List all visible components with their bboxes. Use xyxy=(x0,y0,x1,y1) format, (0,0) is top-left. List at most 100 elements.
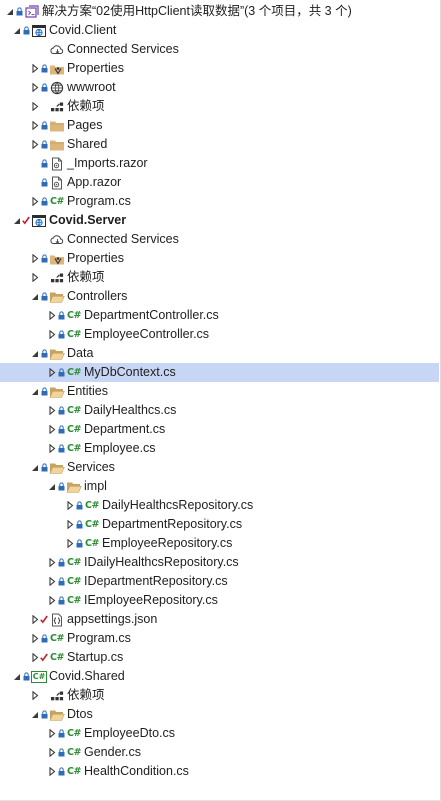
tree-item[interactable]: Connected Services xyxy=(0,230,439,249)
lock-icon xyxy=(40,78,48,97)
tree-item[interactable]: Properties xyxy=(0,59,439,78)
collapsed-arrow-icon[interactable] xyxy=(47,762,57,781)
lock-icon xyxy=(57,439,65,458)
tree-item-label: 依赖项 xyxy=(67,688,105,702)
expanded-arrow-icon[interactable] xyxy=(5,2,15,21)
collapsed-arrow-icon[interactable] xyxy=(65,534,75,553)
tree-item[interactable]: App.razor xyxy=(0,173,439,192)
collapsed-arrow-icon[interactable] xyxy=(30,648,40,667)
lock-icon xyxy=(40,287,48,306)
tree-item[interactable]: 依赖项 xyxy=(0,268,439,287)
collapsed-arrow-icon[interactable] xyxy=(47,591,57,610)
tree-item-label: Dtos xyxy=(67,707,93,721)
tree-item-label: DailyHealthcsRepository.cs xyxy=(102,498,254,512)
tree-item[interactable]: _Imports.razor xyxy=(0,154,439,173)
folder-icon xyxy=(48,116,66,135)
collapsed-arrow-icon[interactable] xyxy=(47,743,57,762)
web-project-icon xyxy=(30,21,48,40)
collapsed-arrow-icon[interactable] xyxy=(30,268,40,287)
collapsed-arrow-icon[interactable] xyxy=(30,686,40,705)
tree-item[interactable]: C# EmployeeRepository.cs xyxy=(0,534,439,553)
expanded-arrow-icon[interactable] xyxy=(12,21,22,40)
tree-item-label: Entities xyxy=(67,384,108,398)
globe-icon xyxy=(48,78,66,97)
tree-item[interactable]: C# IEmployeeRepository.cs xyxy=(0,591,439,610)
tree-item[interactable]: Controllers xyxy=(0,287,439,306)
tree-item[interactable]: 依赖项 xyxy=(0,686,439,705)
collapsed-arrow-icon[interactable] xyxy=(30,97,40,116)
tree-item[interactable]: C# HealthCondition.cs xyxy=(0,762,439,781)
csharp-file-icon: C# xyxy=(67,310,81,321)
collapsed-arrow-icon[interactable] xyxy=(47,439,57,458)
expanded-arrow-icon[interactable] xyxy=(30,705,40,724)
connected-services-icon xyxy=(48,40,66,59)
tree-item[interactable]: C# Program.cs xyxy=(0,192,439,211)
tree-item[interactable]: 依赖项 xyxy=(0,97,439,116)
collapsed-arrow-icon[interactable] xyxy=(30,78,40,97)
expanded-arrow-icon[interactable] xyxy=(47,477,57,496)
collapsed-arrow-icon[interactable] xyxy=(30,610,40,629)
lock-icon xyxy=(75,534,83,553)
collapsed-arrow-icon[interactable] xyxy=(47,306,57,325)
collapsed-arrow-icon[interactable] xyxy=(47,724,57,743)
tree-item[interactable]: Data xyxy=(0,344,439,363)
collapsed-arrow-icon[interactable] xyxy=(30,116,40,135)
expanded-arrow-icon[interactable] xyxy=(12,211,22,230)
tree-item[interactable]: Covid.Server xyxy=(0,211,439,230)
expanded-arrow-icon[interactable] xyxy=(30,458,40,477)
tree-item-label: MyDbContext.cs xyxy=(84,365,176,379)
tree-item[interactable]: Shared xyxy=(0,135,439,154)
collapsed-arrow-icon[interactable] xyxy=(47,363,57,382)
lock-icon xyxy=(57,553,65,572)
expanded-arrow-icon[interactable] xyxy=(30,382,40,401)
tree-item[interactable]: appsettings.json xyxy=(0,610,439,629)
tree-item[interactable]: Covid.Client xyxy=(0,21,439,40)
collapsed-arrow-icon[interactable] xyxy=(47,325,57,344)
tree-item-label: Covid.Client xyxy=(49,23,117,37)
collapsed-arrow-icon[interactable] xyxy=(47,420,57,439)
expanded-arrow-icon[interactable] xyxy=(30,287,40,306)
folder-open-icon xyxy=(48,458,66,477)
tree-item[interactable]: 解决方案“02使用HttpClient读取数据”(3 个项目，共 3 个) xyxy=(0,2,439,21)
tree-item[interactable]: C# DailyHealthcs.cs xyxy=(0,401,439,420)
folder-open-icon xyxy=(48,287,66,306)
tree-item[interactable]: impl xyxy=(0,477,439,496)
collapsed-arrow-icon[interactable] xyxy=(65,496,75,515)
tree-item[interactable]: C# Gender.cs xyxy=(0,743,439,762)
lock-icon xyxy=(57,762,65,781)
collapsed-arrow-icon[interactable] xyxy=(30,629,40,648)
tree-item[interactable]: C# Startup.cs xyxy=(0,648,439,667)
tree-item[interactable]: Pages xyxy=(0,116,439,135)
collapsed-arrow-icon[interactable] xyxy=(30,135,40,154)
tree-item[interactable]: wwwroot xyxy=(0,78,439,97)
tree-item[interactable]: C# Department.cs xyxy=(0,420,439,439)
collapsed-arrow-icon[interactable] xyxy=(47,553,57,572)
collapsed-arrow-icon[interactable] xyxy=(30,192,40,211)
tree-item[interactable]: Properties xyxy=(0,249,439,268)
tree-item[interactable]: C# Program.cs xyxy=(0,629,439,648)
collapsed-arrow-icon[interactable] xyxy=(47,401,57,420)
tree-item[interactable]: C# IDailyHealthcsRepository.cs xyxy=(0,553,439,572)
expanded-arrow-icon[interactable] xyxy=(30,344,40,363)
tree-item-label: DepartmentRepository.cs xyxy=(102,517,243,531)
lock-icon xyxy=(22,21,30,40)
tree-item[interactable]: C# EmployeeDto.cs xyxy=(0,724,439,743)
tree-item[interactable]: Services xyxy=(0,458,439,477)
tree-item[interactable]: C# DailyHealthcsRepository.cs xyxy=(0,496,439,515)
collapsed-arrow-icon[interactable] xyxy=(65,515,75,534)
tree-item[interactable]: C# MyDbContext.cs xyxy=(0,363,439,382)
tree-item[interactable]: C# IDepartmentRepository.cs xyxy=(0,572,439,591)
collapsed-arrow-icon[interactable] xyxy=(47,572,57,591)
tree-item[interactable]: C# Covid.Shared xyxy=(0,667,439,686)
collapsed-arrow-icon[interactable] xyxy=(30,59,40,78)
tree-item[interactable]: C# EmployeeController.cs xyxy=(0,325,439,344)
expanded-arrow-icon[interactable] xyxy=(12,667,22,686)
tree-item[interactable]: C# DepartmentController.cs xyxy=(0,306,439,325)
tree-item[interactable]: C# Employee.cs xyxy=(0,439,439,458)
dependencies-icon xyxy=(48,686,66,705)
tree-item[interactable]: C# DepartmentRepository.cs xyxy=(0,515,439,534)
tree-item[interactable]: Connected Services xyxy=(0,40,439,59)
collapsed-arrow-icon[interactable] xyxy=(30,249,40,268)
tree-item[interactable]: Entities xyxy=(0,382,439,401)
tree-item[interactable]: Dtos xyxy=(0,705,439,724)
